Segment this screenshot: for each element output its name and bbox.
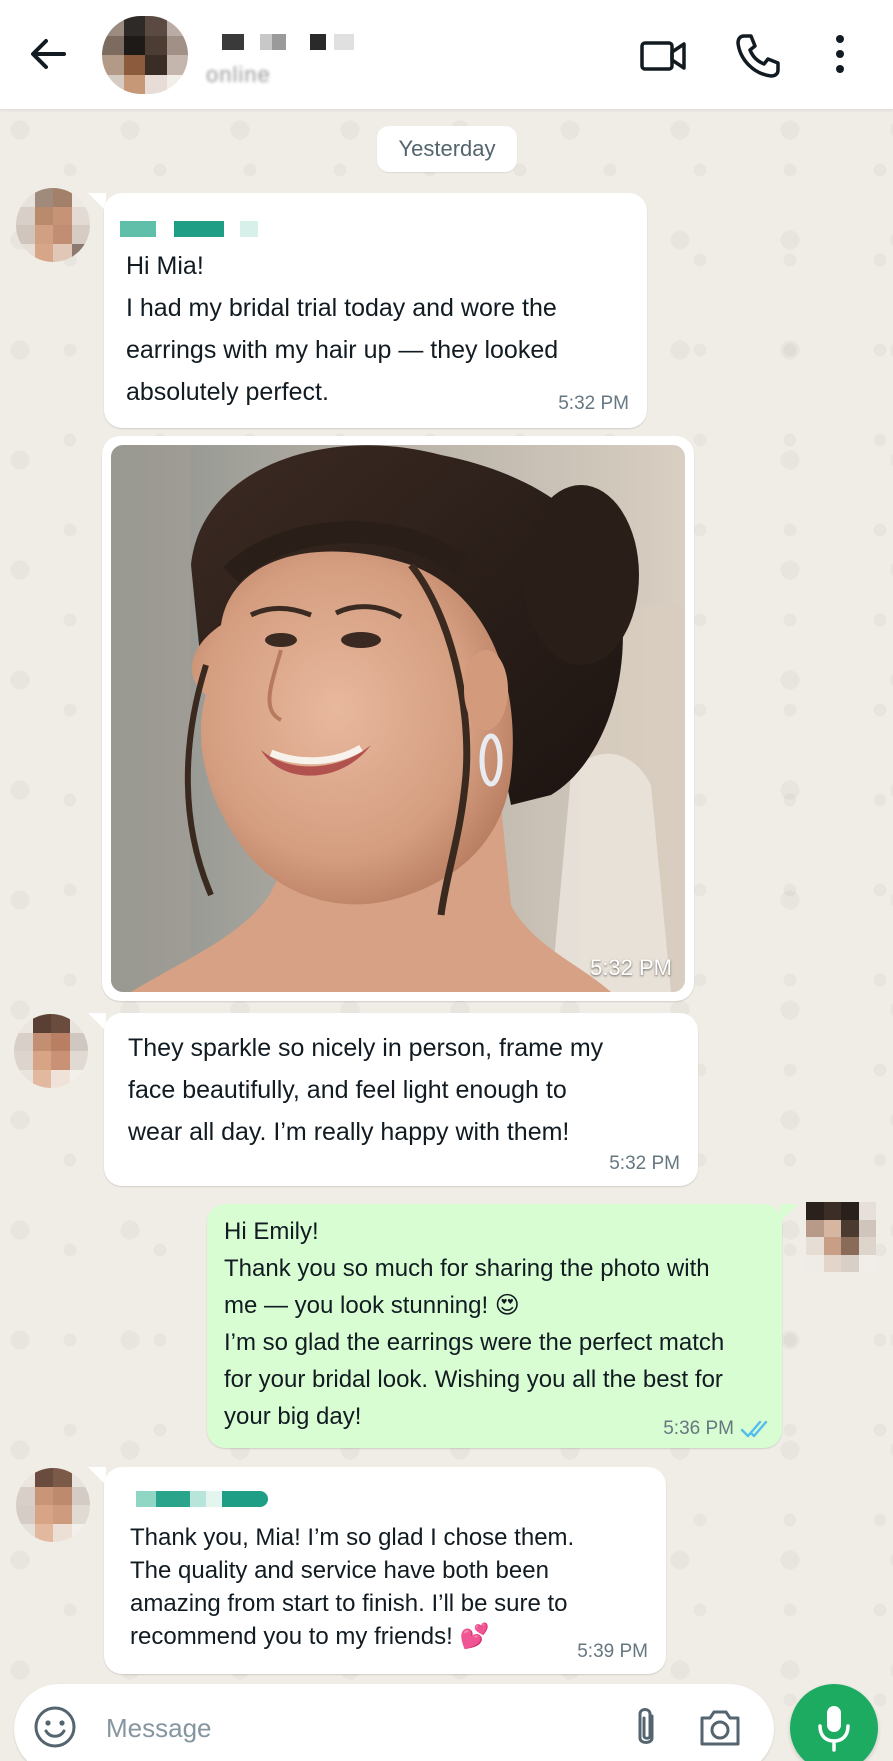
message-timestamp: 5:39 PM [577, 1641, 648, 1662]
message-input[interactable] [106, 1706, 526, 1750]
date-separator: Yesterday [377, 126, 517, 172]
voice-message-button[interactable] [790, 1684, 878, 1761]
message-text: They sparkle so nicely in person, frame … [128, 1034, 604, 1146]
more-options-button[interactable] [816, 30, 864, 82]
message-timestamp: 5:32 PM [558, 393, 629, 414]
contact-avatar[interactable] [102, 16, 188, 94]
voice-call-button[interactable] [732, 30, 784, 82]
contact-status: online [206, 62, 271, 87]
my-avatar[interactable] [806, 1202, 876, 1272]
message-bubble-incoming[interactable]: Hi Mia! I had my bridal trial today and … [104, 193, 647, 428]
arrow-left-icon [31, 39, 66, 69]
message-bubble-incoming[interactable]: They sparkle so nicely in person, frame … [104, 1013, 698, 1186]
video-call-button[interactable] [638, 30, 690, 82]
message-timestamp: 5:32 PM [590, 955, 672, 980]
sender-name-redacted [136, 1491, 268, 1507]
contact-name-redacted[interactable] [206, 30, 366, 54]
message-composer [14, 1684, 774, 1761]
message-bubble-incoming[interactable]: Thank you, Mia! I’m so glad I chose them… [104, 1467, 666, 1674]
sender-avatar[interactable] [16, 1468, 90, 1542]
phone-icon [736, 34, 780, 78]
message-timestamp: 5:36 PM [663, 1418, 734, 1439]
bride-photo[interactable] [111, 445, 685, 992]
more-vertical-icon [836, 35, 844, 73]
message-text: Hi Emily! Thank you so much for sharing … [224, 1218, 725, 1430]
sender-name-redacted [120, 221, 258, 237]
message-timestamp: 5:32 PM [609, 1153, 680, 1174]
camera-icon [700, 1710, 740, 1746]
message-text: Hi Mia! I had my bridal trial today and … [126, 252, 559, 406]
sender-avatar[interactable] [14, 1014, 88, 1088]
paperclip-icon [638, 1708, 654, 1744]
message-bubble-outgoing[interactable]: Hi Emily! Thank you so much for sharing … [207, 1204, 782, 1448]
double-check-icon [740, 1420, 768, 1438]
emoji-button[interactable] [32, 1704, 78, 1750]
photo-image [111, 445, 685, 992]
camera-button[interactable] [696, 1706, 744, 1750]
microphone-icon [818, 1706, 850, 1752]
bubble-tail [780, 1204, 798, 1222]
chat-header: online [0, 0, 893, 110]
video-camera-icon [640, 41, 686, 71]
image-message[interactable]: 5:32 PM [102, 436, 694, 1001]
attach-button[interactable] [626, 1704, 666, 1752]
sender-avatar[interactable] [16, 188, 90, 262]
back-button[interactable] [24, 30, 72, 78]
smiley-icon [34, 1706, 76, 1748]
message-text: Thank you, Mia! I’m so glad I chose them… [130, 1524, 575, 1650]
